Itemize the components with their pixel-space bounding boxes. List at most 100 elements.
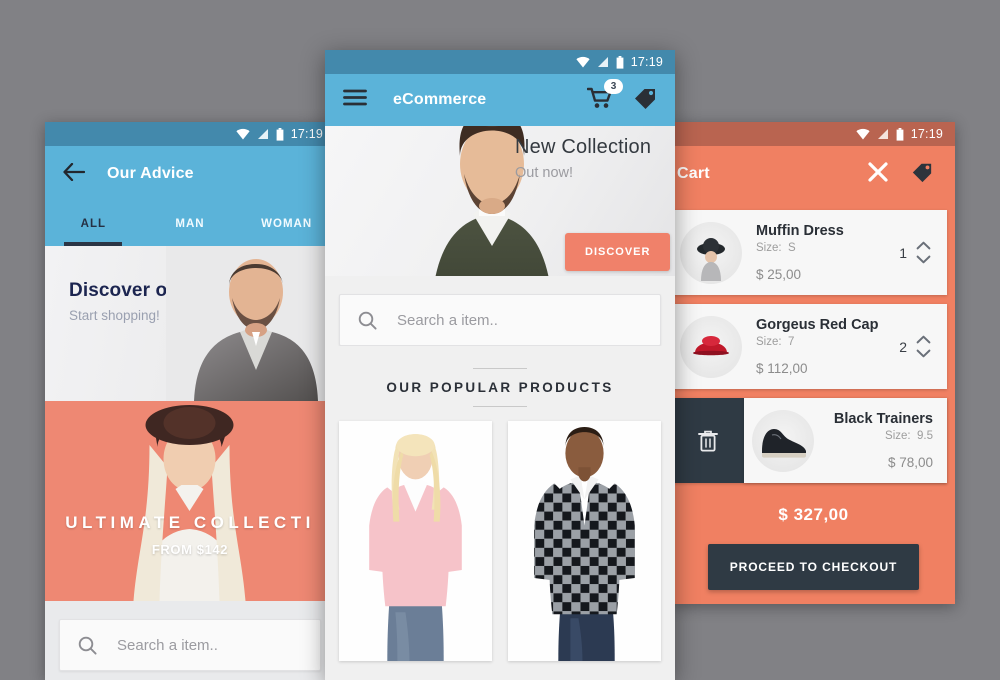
tab-all[interactable]: ALL bbox=[45, 202, 142, 246]
cart-item-name: Muffin Dress bbox=[756, 223, 844, 239]
popular-products-header: OUR POPULAR PRODUCTS bbox=[325, 346, 675, 421]
screenshot-stage: 17:19 Our Advice ALL MAN WOMAN Discover … bbox=[0, 0, 1000, 680]
cart-item-row[interactable]: Muffin Dress Size: S $ 25,00 1 bbox=[672, 210, 947, 295]
arrow-left-icon[interactable] bbox=[63, 162, 86, 186]
cart-item-size-value: 7 bbox=[787, 336, 795, 348]
ultimate-banner-subtitle: FROM $142 bbox=[151, 542, 229, 557]
signal-icon bbox=[597, 57, 608, 67]
proceed-to-checkout-button[interactable]: PROCEED TO CHECKOUT bbox=[707, 544, 920, 590]
cart-item-name: Gorgeus Red Cap bbox=[756, 317, 879, 333]
cart-item-size: Size: S bbox=[756, 242, 899, 254]
battery-icon bbox=[896, 127, 904, 141]
phone-our-advice: 17:19 Our Advice ALL MAN WOMAN Discover … bbox=[45, 122, 335, 680]
wifi-icon bbox=[236, 128, 250, 140]
cart-item-info: Muffin Dress Size: S $ 25,00 bbox=[750, 223, 899, 282]
battery-icon bbox=[276, 127, 284, 141]
cart-item-quantity-stepper[interactable]: 1 bbox=[899, 241, 947, 264]
search-input-mid[interactable]: Search a item.. bbox=[339, 294, 661, 346]
signal-icon bbox=[877, 129, 888, 139]
appbar-left-group: eCommerce bbox=[343, 89, 486, 111]
cart-item-name: Black Trainers bbox=[833, 411, 933, 427]
cart-item-thumbnail bbox=[744, 402, 822, 480]
discover-button[interactable]: DISCOVER bbox=[565, 233, 671, 271]
sales-banner[interactable]: Discover our sales Start shopping! bbox=[45, 246, 335, 401]
appbar-cart: our Cart bbox=[672, 146, 955, 202]
divider-bottom bbox=[473, 406, 527, 407]
cart-item-size-label: Size: bbox=[885, 430, 911, 442]
status-bar-mid: 17:19 bbox=[325, 50, 675, 74]
chevron-up-icon[interactable] bbox=[916, 241, 931, 250]
search-placeholder-left: Search a item.. bbox=[117, 636, 218, 654]
cart-item-quantity-stepper[interactable]: 2 bbox=[899, 335, 947, 358]
cart-item-size-value: 9.5 bbox=[917, 430, 933, 442]
cart-item-thumbnail bbox=[672, 308, 750, 386]
hero-title: New Collection bbox=[515, 136, 652, 158]
chevron-up-icon[interactable] bbox=[916, 335, 931, 344]
qty-arrows bbox=[916, 335, 931, 358]
cart-item-qty-value: 2 bbox=[899, 338, 907, 355]
ultimate-banner-text: ULTIMATE COLLECTI FROM $142 bbox=[45, 513, 335, 557]
cart-item-thumbnail bbox=[672, 214, 750, 292]
cart-badge-count: 3 bbox=[604, 78, 623, 94]
hamburger-menu-icon[interactable] bbox=[343, 89, 367, 111]
hero-text: New Collection Out now! bbox=[515, 136, 651, 181]
cart-item-info: Black Trainers Size: 9.5 $ 78,00 bbox=[822, 411, 933, 470]
chevron-down-icon[interactable] bbox=[916, 349, 931, 358]
appbar-right-group: 3 bbox=[586, 78, 657, 115]
status-time-mid: 17:19 bbox=[630, 55, 663, 69]
cart-item-size: Size: 7 bbox=[756, 336, 899, 348]
tab-man[interactable]: MAN bbox=[142, 202, 239, 246]
appbar-ecommerce: eCommerce 3 bbox=[325, 74, 675, 126]
cart-item-info: Gorgeus Red Cap Size: 7 $ 112,00 bbox=[750, 317, 899, 376]
delete-item-button[interactable] bbox=[672, 398, 744, 483]
search-section-mid: Search a item.. bbox=[325, 276, 675, 346]
trash-icon bbox=[698, 430, 718, 451]
checkout-button-wrap: PROCEED TO CHECKOUT bbox=[672, 544, 955, 590]
phone-cart: 17:19 our Cart bbox=[672, 122, 955, 604]
sales-banner-photo bbox=[166, 246, 335, 401]
search-icon bbox=[78, 636, 97, 655]
page-title-cart: our Cart bbox=[672, 165, 710, 182]
cart-items-list: Muffin Dress Size: S $ 25,00 1 Gorgeus R… bbox=[672, 202, 955, 604]
muffin-dress-photo bbox=[697, 237, 725, 281]
cart-item-price: $ 25,00 bbox=[756, 267, 802, 282]
battery-icon bbox=[616, 55, 624, 69]
tag-icon[interactable] bbox=[633, 86, 657, 115]
chevron-down-icon[interactable] bbox=[916, 255, 931, 264]
red-cap-photo bbox=[693, 335, 729, 355]
signal-icon bbox=[257, 129, 268, 139]
tab-woman[interactable]: WOMAN bbox=[238, 202, 335, 246]
black-trainers-photo bbox=[762, 428, 806, 458]
ultimate-collection-banner[interactable]: ULTIMATE COLLECTI FROM $142 bbox=[45, 401, 335, 601]
close-x-icon[interactable] bbox=[867, 161, 889, 188]
page-title-ecommerce: eCommerce bbox=[393, 91, 487, 108]
cart-item-card-swiped[interactable]: Black Trainers Size: 9.5 $ 78,00 bbox=[744, 398, 947, 483]
appbar-our-advice: Our Advice bbox=[45, 146, 335, 202]
product-card-checked-shirt[interactable] bbox=[508, 421, 661, 661]
phone-ecommerce-home: 17:19 eCommerce 3 New Collection Out now… bbox=[325, 50, 675, 680]
cart-item-price: $ 112,00 bbox=[756, 361, 808, 376]
tab-bar-advice: ALL MAN WOMAN bbox=[45, 202, 335, 246]
cart-total-amount: $ 327,00 bbox=[778, 505, 849, 524]
product-card-pink-blouse[interactable] bbox=[339, 421, 492, 661]
product-photo-checked-shirt bbox=[508, 421, 661, 661]
status-bar-left: 17:19 bbox=[45, 122, 335, 146]
popular-products-grid bbox=[325, 421, 675, 661]
search-placeholder-mid: Search a item.. bbox=[397, 311, 498, 329]
cart-item-row-swiped[interactable]: Black Trainers Size: 9.5 $ 78,00 bbox=[672, 398, 947, 483]
shopping-cart-icon[interactable]: 3 bbox=[586, 78, 623, 114]
status-bar-right: 17:19 bbox=[672, 122, 955, 146]
status-time-left: 17:19 bbox=[290, 127, 323, 141]
product-photo-pink-blouse bbox=[339, 421, 492, 661]
tag-icon[interactable] bbox=[911, 161, 933, 188]
cart-appbar-actions bbox=[867, 161, 933, 188]
cart-item-size-label: Size: bbox=[756, 336, 782, 348]
cart-item-row[interactable]: Gorgeus Red Cap Size: 7 $ 112,00 2 bbox=[672, 304, 947, 389]
search-input-left[interactable]: Search a item.. bbox=[59, 619, 321, 671]
cart-item-size: Size: 9.5 bbox=[828, 430, 933, 442]
qty-arrows bbox=[916, 241, 931, 264]
hero-subtitle: Out now! bbox=[515, 165, 574, 181]
ultimate-banner-photo bbox=[107, 401, 273, 601]
cart-item-size-value: S bbox=[787, 242, 796, 254]
status-time-right: 17:19 bbox=[910, 127, 943, 141]
